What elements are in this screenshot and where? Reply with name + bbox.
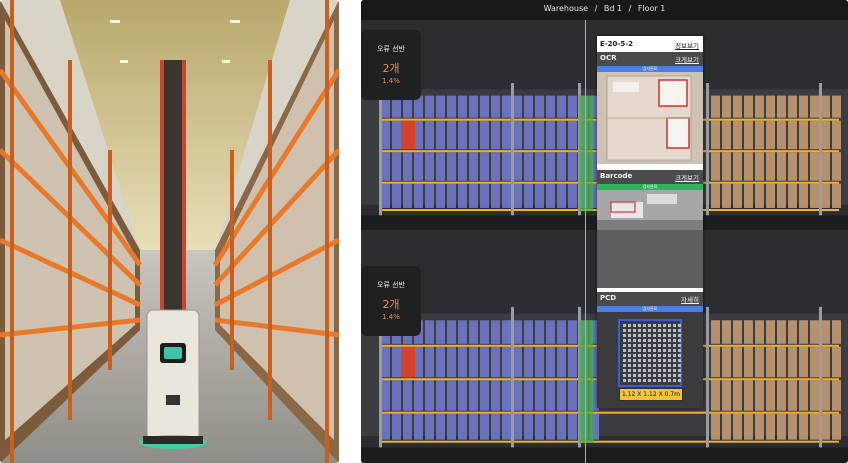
pcd-detail-link[interactable]: 자세히 xyxy=(681,294,699,304)
breadcrumb-separator: / xyxy=(628,4,632,13)
pcd-section-header: PCD 자세히 xyxy=(597,292,703,306)
ocr-label: OCR xyxy=(600,54,617,62)
top-bar: Warehouse / Bd 1 / Floor 1 xyxy=(361,0,848,20)
warehouse-photo xyxy=(0,0,339,463)
inspection-panel: E-20-5-2 정보보기 OCR 크게보기 검사완료 Barcode 크게보기… xyxy=(597,36,703,408)
breadcrumb-warehouse[interactable]: Warehouse xyxy=(544,4,588,13)
barcode-section-header: Barcode 크게보기 xyxy=(597,170,703,184)
location-info-link[interactable]: 정보보기 xyxy=(675,40,699,50)
location-header: E-20-5-2 정보보기 xyxy=(597,38,703,52)
error-card-percent: 1.4% xyxy=(382,77,400,85)
ocr-image[interactable] xyxy=(597,72,703,164)
error-card-count: 2개 xyxy=(382,62,400,75)
error-card-percent: 1.4% xyxy=(382,313,400,321)
error-card-title: 오류 선반 xyxy=(377,45,405,53)
location-id: E-20-5-2 xyxy=(600,40,633,48)
error-shelf-card[interactable]: 오류 선반 2개 1.4% xyxy=(361,266,421,336)
error-card-count: 2개 xyxy=(382,298,400,311)
breadcrumb: Warehouse / Bd 1 / Floor 1 xyxy=(361,4,848,13)
breadcrumb-floor[interactable]: Floor 1 xyxy=(638,4,666,13)
barcode-label: Barcode xyxy=(600,172,633,180)
barcode-image[interactable] xyxy=(597,190,703,288)
error-card-title: 오류 선반 xyxy=(377,281,405,289)
selected-column-line xyxy=(585,20,586,463)
breadcrumb-separator: / xyxy=(594,4,598,13)
breadcrumb-building[interactable]: Bd 1 xyxy=(604,4,622,13)
pcd-dimension-label: 1.12 X 1.12 X 0.7m xyxy=(619,388,683,401)
ocr-enlarge-link[interactable]: 크게보기 xyxy=(675,54,699,64)
barcode-enlarge-link[interactable]: 크게보기 xyxy=(675,172,699,182)
error-shelf-card[interactable]: 오류 선반 2개 1.4% xyxy=(361,30,421,100)
pcd-label: PCD xyxy=(600,294,617,302)
inspection-dashboard: Warehouse / Bd 1 / Floor 1 오류 선반 2개 1.4%… xyxy=(361,0,848,463)
ocr-section-header: OCR 크게보기 xyxy=(597,52,703,66)
